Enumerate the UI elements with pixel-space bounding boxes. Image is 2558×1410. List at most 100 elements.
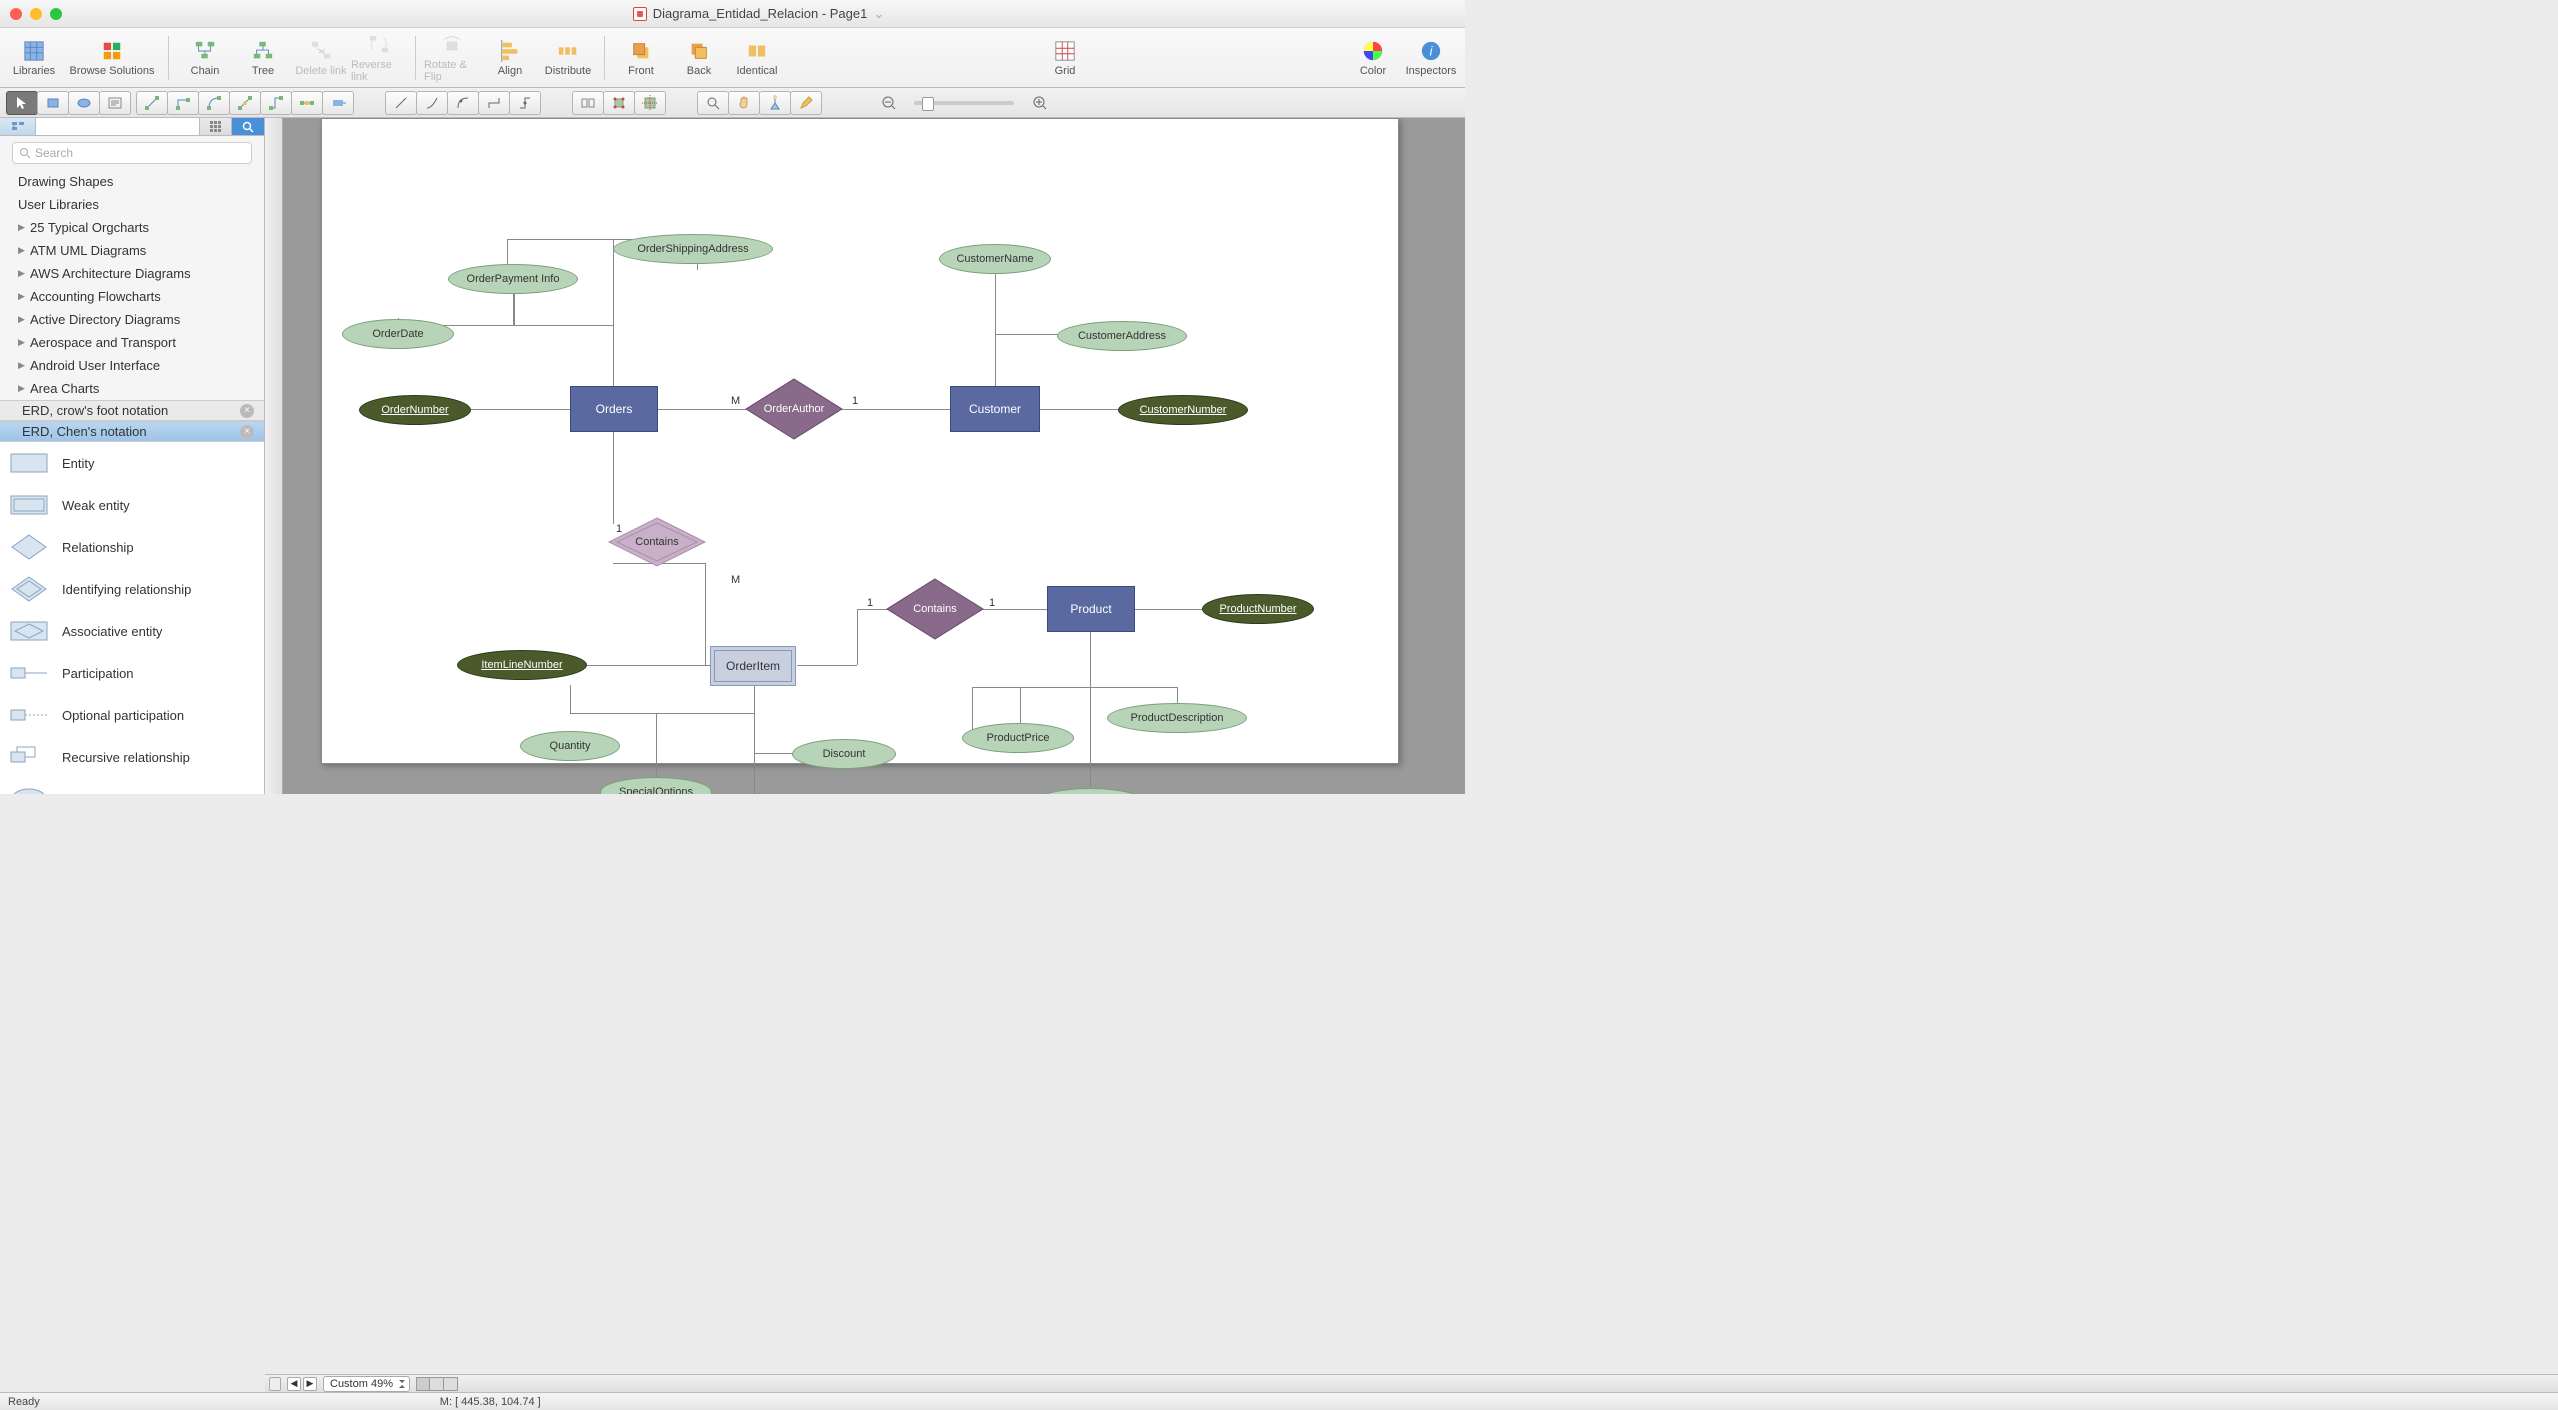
grid-button[interactable]: Grid <box>1037 30 1093 86</box>
canvas[interactable]: OrderDate OrderPayment Info OrderShippin… <box>321 118 1399 764</box>
pointer-tool[interactable] <box>6 91 38 115</box>
attr-discount[interactable]: Discount <box>792 739 896 769</box>
align-button[interactable]: Align <box>482 30 538 86</box>
attr-productnumber[interactable]: ProductNumber <box>1202 594 1314 624</box>
tree-button[interactable]: Tree <box>235 30 291 86</box>
snap-3[interactable] <box>634 91 666 115</box>
search-toggle[interactable] <box>232 118 264 135</box>
attr-customername[interactable]: CustomerName <box>939 244 1051 274</box>
connector-3[interactable] <box>198 91 230 115</box>
close-window-button[interactable] <box>10 8 22 20</box>
rect-tool[interactable] <box>37 91 69 115</box>
lib-accounting[interactable]: ▶Accounting Flowcharts <box>0 285 264 308</box>
identical-button[interactable]: Identical <box>729 30 785 86</box>
shape-optional-participation[interactable]: Optional participation <box>0 694 264 736</box>
shape-recursive-relationship[interactable]: Recursive relationship <box>0 736 264 778</box>
lib-aerospace[interactable]: ▶Aerospace and Transport <box>0 331 264 354</box>
entity-orderitem[interactable]: OrderItem <box>710 646 796 686</box>
snap-2[interactable] <box>603 91 635 115</box>
maximize-window-button[interactable] <box>50 8 62 20</box>
attr-ordershipping[interactable]: OrderShippingAddress <box>613 234 773 264</box>
shape-relationship[interactable]: Relationship <box>0 526 264 568</box>
connector-6[interactable] <box>291 91 323 115</box>
back-button[interactable]: Back <box>671 30 727 86</box>
shape-associative-entity[interactable]: Associative entity <box>0 610 264 652</box>
ellipse-tool[interactable] <box>68 91 100 115</box>
rel-contains-2[interactable]: Contains <box>885 577 985 641</box>
rel-orderauthor[interactable]: OrderAuthor <box>744 377 844 441</box>
lib-user-libraries[interactable]: User Libraries <box>0 193 264 216</box>
canvas-area[interactable]: OrderDate OrderPayment Info OrderShippin… <box>265 118 1465 794</box>
entity-orders[interactable]: Orders <box>570 386 658 432</box>
color-button[interactable]: Color <box>1345 30 1401 86</box>
shape-attribute[interactable]: Attribute <box>0 778 264 794</box>
attr-itemlinenumber[interactable]: ItemLineNumber <box>457 650 587 680</box>
attr-orderpayment[interactable]: OrderPayment Info <box>448 264 578 294</box>
attr-ordernumber[interactable]: OrderNumber <box>359 395 471 425</box>
eyedropper-tool[interactable] <box>759 91 791 115</box>
stencil-tab-crowfoot[interactable]: ERD, crow's foot notation × <box>0 400 264 421</box>
attr-producttype[interactable]: ProductType <box>1034 788 1146 794</box>
chain-button[interactable]: Chain <box>177 30 233 86</box>
line-2[interactable] <box>416 91 448 115</box>
shape-entity[interactable]: Entity <box>0 442 264 484</box>
line-5[interactable] <box>509 91 541 115</box>
search-icon <box>19 147 31 159</box>
attr-customernumber[interactable]: CustomerNumber <box>1118 395 1248 425</box>
grid-view-toggle[interactable] <box>200 118 232 135</box>
zoom-slider[interactable] <box>914 101 1014 105</box>
lib-atm-uml[interactable]: ▶ATM UML Diagrams <box>0 239 264 262</box>
text-tool[interactable] <box>99 91 131 115</box>
zoom-tool[interactable] <box>697 91 729 115</box>
close-icon[interactable]: × <box>240 404 254 418</box>
inspectors-button[interactable]: i Inspectors <box>1403 30 1459 86</box>
zoom-out-button[interactable] <box>873 91 905 115</box>
browse-solutions-button[interactable]: Browse Solutions <box>64 30 160 86</box>
connector-4[interactable] <box>229 91 261 115</box>
connector-5[interactable] <box>260 91 292 115</box>
attr-customeraddress[interactable]: CustomerAddress <box>1057 321 1187 351</box>
front-button[interactable]: Front <box>613 30 669 86</box>
line-3[interactable] <box>447 91 479 115</box>
lib-android[interactable]: ▶Android User Interface <box>0 354 264 377</box>
attr-productdescription[interactable]: ProductDescription <box>1107 703 1247 733</box>
line-1[interactable] <box>385 91 417 115</box>
lib-active-directory[interactable]: ▶Active Directory Diagrams <box>0 308 264 331</box>
line-4[interactable] <box>478 91 510 115</box>
attr-productprice[interactable]: ProductPrice <box>962 723 1074 753</box>
close-icon[interactable]: × <box>240 425 254 439</box>
status-ready: Ready <box>8 1396 40 1408</box>
minimize-window-button[interactable] <box>30 8 42 20</box>
zoom-in-button[interactable] <box>1024 91 1056 115</box>
shape-weak-entity[interactable]: Weak entity <box>0 484 264 526</box>
attr-orderdate[interactable]: OrderDate <box>342 319 454 349</box>
library-search-input[interactable]: Search <box>12 142 252 164</box>
entity-customer[interactable]: Customer <box>950 386 1040 432</box>
attr-quantity[interactable]: Quantity <box>520 731 620 761</box>
libraries-button[interactable]: Libraries <box>6 30 62 86</box>
outline-toggle[interactable] <box>0 118 36 135</box>
connector-7[interactable] <box>322 91 354 115</box>
zoom-select[interactable]: Custom 49% <box>323 1376 410 1392</box>
page-next[interactable]: ▶ <box>303 1377 317 1391</box>
attr-specialoptions[interactable]: SpecialOptions <box>600 777 712 794</box>
connector-1[interactable] <box>136 91 168 115</box>
snap-1[interactable] <box>572 91 604 115</box>
lib-orgcharts[interactable]: ▶25 Typical Orgcharts <box>0 216 264 239</box>
shape-identifying-relationship[interactable]: Identifying relationship <box>0 568 264 610</box>
lib-area-charts[interactable]: ▶Area Charts <box>0 377 264 400</box>
lib-aws[interactable]: ▶AWS Architecture Diagrams <box>0 262 264 285</box>
connector-2[interactable] <box>167 91 199 115</box>
page-handle[interactable] <box>269 1377 281 1391</box>
page-tabs[interactable] <box>416 1377 458 1391</box>
pan-tool[interactable] <box>728 91 760 115</box>
edit-tool[interactable] <box>790 91 822 115</box>
lib-drawing-shapes[interactable]: Drawing Shapes <box>0 170 264 193</box>
shape-participation[interactable]: Participation <box>0 652 264 694</box>
stencil-tab-chen[interactable]: ERD, Chen's notation × <box>0 421 264 442</box>
distribute-button[interactable]: Distribute <box>540 30 596 86</box>
title-chevron-icon[interactable]: ⌄ <box>873 6 884 22</box>
page-prev[interactable]: ◀ <box>287 1377 301 1391</box>
window-title: Diagrama_Entidad_Relacion - Page1 ⌄ <box>62 6 1455 22</box>
entity-product[interactable]: Product <box>1047 586 1135 632</box>
